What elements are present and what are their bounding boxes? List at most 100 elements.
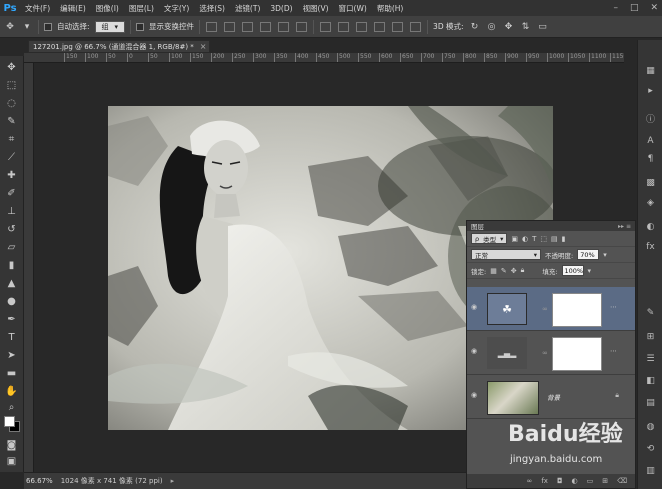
lock-position-icon[interactable]: ✥ xyxy=(511,267,517,275)
filter-toggle-icon[interactable]: ▮ xyxy=(562,235,566,243)
3d-rotate-icon[interactable]: ↻ xyxy=(469,21,481,33)
lasso-tool-icon[interactable]: ◌ xyxy=(3,96,20,110)
zoom-tool-icon[interactable]: ⌕ xyxy=(3,400,20,414)
brush-presets-icon[interactable]: ✎ xyxy=(644,306,657,319)
screen-mode-icon[interactable]: ▣ xyxy=(3,454,20,468)
close-icon[interactable]: × xyxy=(200,42,207,51)
gradient-tool-icon[interactable]: ▮ xyxy=(3,258,20,272)
distribute-vcenter-icon[interactable] xyxy=(338,21,350,32)
brush-tool-icon[interactable]: ✐ xyxy=(3,186,20,200)
link-layers-icon[interactable]: ∞ xyxy=(526,477,532,485)
blur-tool-icon[interactable]: ▲ xyxy=(3,276,20,290)
filter-kind-dropdown[interactable]: ρ 类型 ▾ xyxy=(471,233,508,244)
filter-adjustment-icon[interactable]: ◐ xyxy=(522,235,528,243)
swatches-icon[interactable]: ▩ xyxy=(644,176,657,189)
distribute-left-icon[interactable] xyxy=(374,21,386,32)
eraser-tool-icon[interactable]: ▱ xyxy=(3,240,20,254)
chevron-right-icon[interactable]: ▸ xyxy=(171,477,175,485)
healing-brush-icon[interactable]: ✚ xyxy=(3,168,20,182)
new-layer-icon[interactable]: ⊞ xyxy=(602,477,608,485)
opacity-input[interactable]: 70% xyxy=(577,249,600,260)
filter-shape-icon[interactable]: ⬚ xyxy=(540,235,547,243)
filter-type-icon[interactable]: T xyxy=(532,235,536,243)
align-right-icon[interactable] xyxy=(296,21,308,32)
actions-icon[interactable]: ▸ xyxy=(644,84,657,97)
adjustments-icon[interactable]: ◐ xyxy=(644,220,657,233)
move-tool-icon[interactable]: ✥ xyxy=(4,21,16,33)
more-icon[interactable]: ⋯ xyxy=(610,303,617,311)
show-transform-checkbox[interactable] xyxy=(136,22,145,31)
menu-filter[interactable]: 滤镜(T) xyxy=(230,3,265,14)
minimize-icon[interactable]: – xyxy=(613,3,618,13)
3d-scale-icon[interactable]: ▭ xyxy=(537,21,549,33)
menu-image[interactable]: 图像(I) xyxy=(91,3,124,14)
dodge-tool-icon[interactable]: ● xyxy=(3,294,20,308)
layer-row-channel-mixer[interactable]: ◉ ☘ ∞ ⋯ xyxy=(467,287,635,331)
chevron-down-icon[interactable]: ▾ xyxy=(21,21,33,33)
menu-layer[interactable]: 图层(L) xyxy=(124,3,159,14)
fx-icon[interactable]: fx xyxy=(541,477,548,485)
menu-edit[interactable]: 编辑(E) xyxy=(55,3,91,14)
3d-pan-icon[interactable]: ✥ xyxy=(503,21,515,33)
distribute-top-icon[interactable] xyxy=(320,21,332,32)
eye-icon[interactable]: ◉ xyxy=(471,347,477,355)
properties-icon[interactable]: ☰ xyxy=(644,352,657,365)
crop-tool-icon[interactable]: ⌗ xyxy=(3,132,20,146)
pen-tool-icon[interactable]: ✒ xyxy=(3,312,20,326)
clone-stamp-icon[interactable]: ⊥ xyxy=(3,204,20,218)
paths-icon[interactable]: ⟲ xyxy=(644,442,657,455)
lock-pixels-icon[interactable]: ✎ xyxy=(501,267,507,275)
auto-select-dropdown[interactable]: 组 ▾ xyxy=(94,20,126,33)
panel-collapse-icon[interactable]: ▸▸ ≡ xyxy=(618,223,631,230)
3d-icon[interactable]: ◧ xyxy=(644,374,657,387)
clone-source-icon[interactable]: ⊞ xyxy=(644,330,657,343)
quick-mask-icon[interactable]: ◙ xyxy=(3,438,20,452)
distribute-right-icon[interactable] xyxy=(410,21,422,32)
zoom-level[interactable]: 66.67% xyxy=(26,477,53,485)
color-icon[interactable]: ◈ xyxy=(644,196,657,209)
menu-view[interactable]: 视图(V) xyxy=(298,3,334,14)
trash-icon[interactable]: ⌫ xyxy=(617,477,627,485)
blend-mode-dropdown[interactable]: 正常 ▾ xyxy=(471,249,541,260)
filter-smart-icon[interactable]: ▤ xyxy=(551,235,558,243)
chevron-down-icon[interactable]: ▾ xyxy=(588,267,592,275)
eye-icon[interactable]: ◉ xyxy=(471,303,477,311)
layers-panel-header[interactable]: 图层 ▸▸ ≡ xyxy=(467,221,635,231)
lock-transparency-icon[interactable]: ▦ xyxy=(490,267,497,275)
menu-file[interactable]: 文件(F) xyxy=(20,3,55,14)
align-vcenter-icon[interactable] xyxy=(224,21,236,32)
eyedropper-tool-icon[interactable]: ⟋ xyxy=(3,150,20,164)
hand-tool-icon[interactable]: ✋ xyxy=(3,384,20,398)
channels-icon[interactable]: ◍ xyxy=(644,420,657,433)
align-top-icon[interactable] xyxy=(206,21,218,32)
character-icon[interactable]: A xyxy=(644,134,657,147)
menu-window[interactable]: 窗口(W) xyxy=(334,3,372,14)
styles-icon[interactable]: fx xyxy=(644,240,657,253)
lock-all-icon[interactable]: 🔒︎ xyxy=(521,266,525,275)
add-mask-icon[interactable]: ◘ xyxy=(557,477,563,485)
info-icon[interactable]: ⓘ xyxy=(644,112,657,125)
type-tool-icon[interactable]: T xyxy=(3,330,20,344)
foreground-color-swatch[interactable] xyxy=(4,416,15,427)
menu-select[interactable]: 选择(S) xyxy=(194,3,230,14)
menu-type[interactable]: 文字(Y) xyxy=(159,3,194,14)
new-group-icon[interactable]: ▭ xyxy=(587,477,594,485)
document-tab[interactable]: 127201.jpg @ 66.7% (通道混合器 1, RGB/8#) * × xyxy=(28,40,210,53)
chevron-down-icon[interactable]: ▾ xyxy=(603,251,607,259)
3d-slide-icon[interactable]: ⇅ xyxy=(520,21,532,33)
layer-name[interactable]: 背景 xyxy=(547,392,560,402)
paragraph-icon[interactable]: ¶ xyxy=(644,152,657,165)
distribute-bottom-icon[interactable] xyxy=(356,21,368,32)
marquee-tool-icon[interactable]: ⬚ xyxy=(3,78,20,92)
menu-help[interactable]: 帮助(H) xyxy=(372,3,409,14)
move-tool-icon[interactable]: ✥ xyxy=(3,60,20,74)
more-icon[interactable]: ⋯ xyxy=(610,347,617,355)
fill-input[interactable]: 100% xyxy=(561,265,584,276)
new-adjustment-icon[interactable]: ◐ xyxy=(571,477,577,485)
shape-tool-icon[interactable]: ▬ xyxy=(3,366,20,380)
auto-select-checkbox[interactable] xyxy=(44,22,52,31)
history-icon[interactable]: ▦ xyxy=(644,64,657,77)
distribute-hcenter-icon[interactable] xyxy=(392,21,404,32)
timeline-icon[interactable]: ▤ xyxy=(644,396,657,409)
3d-roll-icon[interactable]: ◎ xyxy=(486,21,498,33)
